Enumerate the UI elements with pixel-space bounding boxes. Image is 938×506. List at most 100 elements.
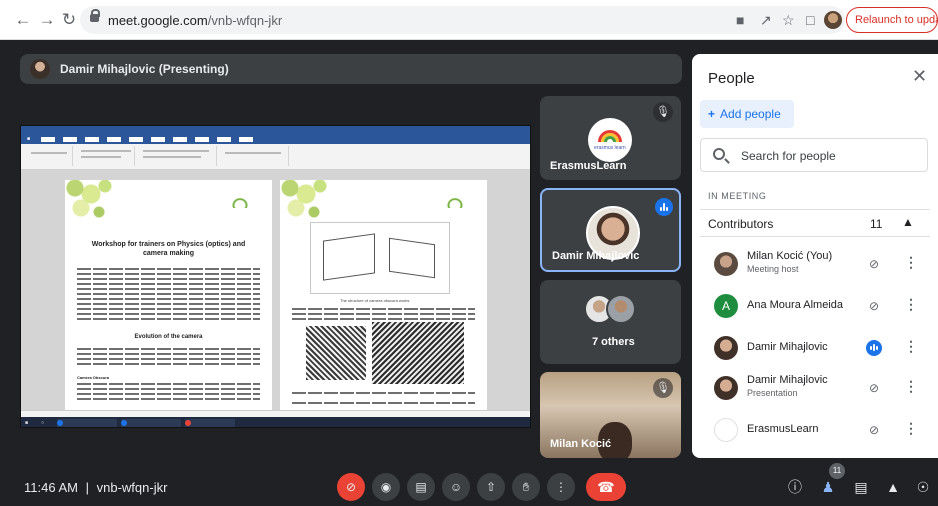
- profile-avatar[interactable]: [824, 11, 842, 29]
- participant-avatar-letter: A: [714, 294, 738, 318]
- contributors-count: 11: [870, 217, 883, 231]
- activities-icon[interactable]: ▲: [884, 478, 902, 496]
- mic-off-icon[interactable]: ⊘: [866, 422, 882, 438]
- ribbon-group: [219, 146, 289, 166]
- leaves-decoration: [280, 180, 340, 226]
- meeting-time: 11:46 AM: [24, 480, 78, 495]
- add-people-button[interactable]: + Add people: [700, 100, 794, 128]
- present-screen-button[interactable]: ⇧: [477, 473, 505, 501]
- search-people-input[interactable]: [741, 146, 921, 166]
- participant-tile-erasmuslearn[interactable]: erasmus learn 🎙︎ ErasmusLearn: [540, 96, 681, 180]
- url-host: meet.google.com: [108, 13, 208, 28]
- participant-row[interactable]: Milan Kocić (You) Meeting host ⊘ ⋮: [700, 244, 930, 284]
- text-line: [77, 293, 260, 295]
- participant-name: Damir Mihajlovic: [747, 374, 828, 386]
- ribbon-line: [81, 150, 131, 152]
- emoji-button[interactable]: ☺: [442, 473, 470, 501]
- separator: |: [85, 480, 89, 495]
- participant-name: Damir Mihajlovic: [747, 341, 828, 353]
- mic-off-icon[interactable]: ⊘: [866, 256, 882, 272]
- taskbar-app: [57, 419, 117, 427]
- share-icon[interactable]: ↗: [760, 12, 772, 28]
- contributors-label: Contributors: [708, 217, 774, 231]
- text-line: [77, 313, 260, 315]
- word-status-bar: [21, 410, 530, 417]
- tile-name: Damir Mihajlovic: [552, 250, 640, 262]
- end-call-button[interactable]: ☎︎: [586, 473, 626, 501]
- forward-arrow-icon[interactable]: →: [38, 11, 56, 29]
- contributors-section-header[interactable]: Contributors 11 ▲: [700, 209, 930, 237]
- close-icon[interactable]: ✕: [912, 66, 927, 87]
- tile-name: ErasmusLearn: [550, 160, 627, 172]
- camera-button[interactable]: ◉: [372, 473, 400, 501]
- presenter-banner: Damir Mihajlovic (Presenting): [20, 54, 682, 84]
- meeting-info-icon[interactable]: ⓘ: [786, 478, 804, 496]
- taskbar-search-icon: ○: [41, 420, 45, 426]
- more-options-icon[interactable]: ⋮: [904, 378, 918, 394]
- erasmus-logo-small: [228, 194, 252, 208]
- address-bar[interactable]: meet.google.com/vnb-wfqn-jkr ■ ↗ ☆ □: [80, 6, 845, 34]
- more-options-button[interactable]: ⋮: [547, 473, 575, 501]
- presenter-avatar: [30, 59, 50, 79]
- browser-toolbar: ← → ↻ meet.google.com/vnb-wfqn-jkr ■ ↗ ☆…: [0, 0, 938, 40]
- ribbon-group: [25, 146, 73, 166]
- windows-start-icon: ■: [25, 420, 29, 426]
- participant-avatar: [606, 294, 636, 324]
- search-people-box[interactable]: [700, 138, 928, 172]
- document-page-left: Workshop for trainers on Physics (optics…: [65, 180, 272, 412]
- search-icon: [713, 148, 725, 160]
- participant-role: Meeting host: [747, 264, 799, 274]
- more-options-icon[interactable]: ⋮: [904, 296, 918, 312]
- raise-hand-button[interactable]: ✋︎: [512, 473, 540, 501]
- participant-row[interactable]: Damir Mihajlovic Presentation ⊘ ⋮: [700, 368, 930, 408]
- text-line: [292, 402, 475, 404]
- participant-tile-damir[interactable]: Damir Mihajlovic: [540, 188, 681, 272]
- host-controls-icon[interactable]: ☉: [914, 478, 932, 496]
- relaunch-to-update-button[interactable]: Relaunch to update: [846, 7, 938, 33]
- more-options-icon[interactable]: ⋮: [904, 420, 918, 436]
- participant-row[interactable]: Damir Mihajlovic ⋮: [700, 328, 930, 368]
- participant-role: Presentation: [747, 388, 798, 398]
- ribbon-line: [225, 152, 281, 154]
- text-line: [77, 283, 260, 285]
- participant-name: ErasmusLearn: [747, 423, 819, 435]
- text-line: [77, 393, 260, 395]
- text-line: [77, 268, 260, 270]
- mic-off-icon[interactable]: ⊘: [866, 298, 882, 314]
- document-page-right: The structure of camera obscura works: [280, 180, 487, 412]
- captions-button[interactable]: ▤: [407, 473, 435, 501]
- text-line: [77, 358, 260, 360]
- engraving-image: [306, 326, 366, 380]
- more-options-icon[interactable]: ⋮: [904, 254, 918, 270]
- windows-taskbar: ■ ○: [21, 417, 530, 427]
- text-line: [77, 388, 260, 390]
- participant-row[interactable]: ErasmusLearn ⊘ ⋮: [700, 410, 930, 450]
- ribbon-line: [143, 150, 209, 152]
- participant-row[interactable]: A Ana Moura Almeida ⊘ ⋮: [700, 286, 930, 326]
- more-options-icon[interactable]: ⋮: [904, 338, 918, 354]
- camera-permission-icon[interactable]: ■: [736, 12, 744, 28]
- figure-caption: The structure of camera obscura works: [340, 298, 410, 303]
- side-panel-icon[interactable]: □: [806, 12, 814, 28]
- text-line: [292, 313, 475, 315]
- mic-off-button[interactable]: ⊘: [337, 473, 365, 501]
- presenter-name: Damir Mihajlovic (Presenting): [60, 62, 229, 76]
- speaking-indicator-icon: [866, 340, 882, 356]
- audio-off-icon[interactable]: ⊘: [866, 380, 882, 396]
- chat-icon[interactable]: ▤: [852, 478, 870, 496]
- back-arrow-icon[interactable]: ←: [14, 11, 32, 29]
- people-panel: People ✕ + Add people IN MEETING Contribu…: [692, 54, 938, 458]
- text-line: [77, 273, 260, 275]
- participant-tile-milan[interactable]: 🎙︎ Milan Kocić: [540, 372, 681, 458]
- reload-icon[interactable]: ↻: [60, 11, 78, 29]
- people-icon[interactable]: ♟: [819, 478, 837, 496]
- url-text: meet.google.com/vnb-wfqn-jkr: [108, 13, 282, 28]
- taskbar-app: [185, 419, 235, 427]
- shared-screen: ■ Workshop for trainers on Physics (opti…: [20, 125, 531, 428]
- bookmark-star-icon[interactable]: ☆: [782, 12, 795, 28]
- participant-tile-others[interactable]: 7 others: [540, 280, 681, 364]
- word-tab-strip: [41, 137, 261, 142]
- ribbon-line: [143, 156, 201, 158]
- chevron-up-icon[interactable]: ▲: [902, 215, 914, 229]
- ribbon-line: [31, 152, 67, 154]
